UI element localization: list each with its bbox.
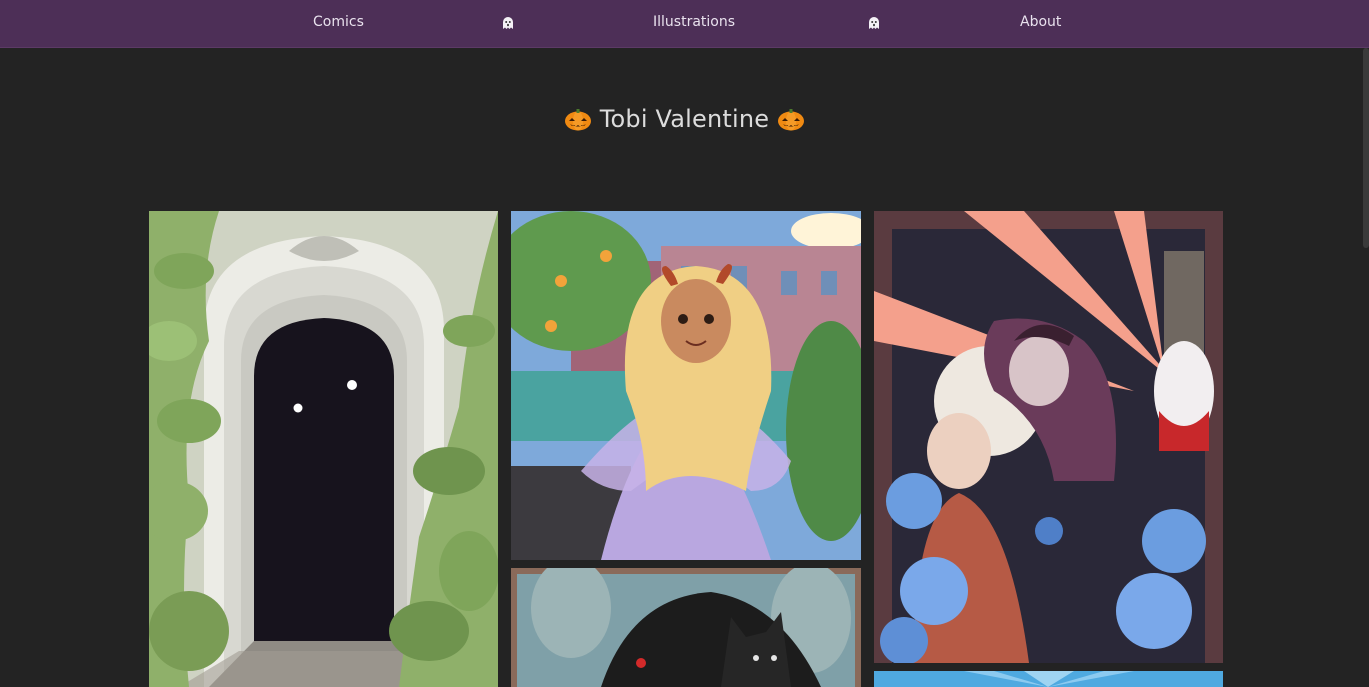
page-scrollbar[interactable] [1363,48,1369,248]
top-navigation: Comics Illustrations About [0,0,1369,48]
archway-illustration[interactable] [149,211,498,687]
ghost-icon [500,15,516,31]
page-title: Tobi Valentine [0,105,1369,133]
demon-girl-illustration[interactable] [511,211,861,560]
vampire-clock-illustration[interactable] [874,211,1223,663]
artist-name: Tobi Valentine [599,105,770,133]
ghost-icon [866,15,882,31]
pumpkin-icon [564,107,592,131]
nav-link-comics[interactable]: Comics [313,14,364,30]
nav-link-illustrations[interactable]: Illustrations [653,14,735,30]
sunburst-illustration[interactable] [874,671,1223,687]
black-cat-illustration[interactable] [511,568,861,687]
nav-link-about[interactable]: About [1020,14,1061,30]
pumpkin-icon [777,107,805,131]
